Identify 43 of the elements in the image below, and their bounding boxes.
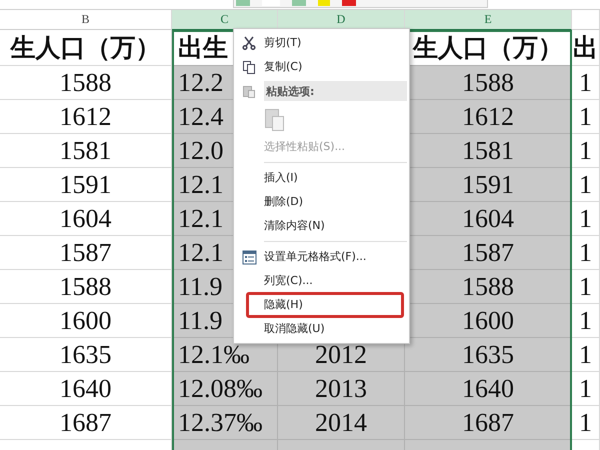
- table-cell: 1: [572, 372, 600, 406]
- table-cell: 1: [572, 134, 600, 168]
- table-cell: 1687: [405, 406, 572, 440]
- table-cell: 1: [572, 304, 600, 338]
- column-header[interactable]: C: [172, 10, 278, 30]
- header-cell: 出: [572, 30, 600, 66]
- scissors-icon: [242, 36, 256, 50]
- header-cell: 生人口（万）: [0, 30, 172, 66]
- table-cell: 1588: [0, 270, 172, 304]
- table-cell: 1587: [0, 236, 172, 270]
- format-cells-icon: [242, 250, 256, 264]
- paste-option-icon[interactable]: [264, 106, 286, 132]
- table-cell: 1600: [0, 304, 172, 338]
- column-header[interactable]: E: [405, 10, 572, 30]
- table-cell: 1635: [0, 338, 172, 372]
- clipboard-icon: [242, 84, 256, 98]
- table-cell: 1612: [0, 100, 172, 134]
- column-header[interactable]: D: [278, 10, 405, 30]
- copy-icon: [242, 60, 256, 74]
- table-cell: 1: [572, 202, 600, 236]
- table-cell: 12.08‰: [172, 372, 278, 406]
- table-cell: 1588: [0, 66, 172, 100]
- table-cell: 1: [572, 406, 600, 440]
- table-cell: 1: [572, 66, 600, 100]
- table-cell: 1: [572, 236, 600, 270]
- table-cell: 1: [572, 168, 600, 202]
- table-cell: 1: [572, 270, 600, 304]
- column-header[interactable]: B: [0, 10, 172, 30]
- menu-section-header: 粘贴选项:: [264, 81, 407, 101]
- table-cell: 1635: [405, 338, 572, 372]
- table-cell: 1687: [0, 406, 172, 440]
- table-cell: 2013: [278, 372, 405, 406]
- table-cell: 1: [572, 100, 600, 134]
- table-cell: 1: [572, 338, 600, 372]
- table-cell: 12.1‰: [172, 338, 278, 372]
- table-cell: 2014: [278, 406, 405, 440]
- table-cell: 1640: [405, 372, 572, 406]
- table-cell: 1591: [0, 168, 172, 202]
- table-cell: 1581: [0, 134, 172, 168]
- table-cell: 1640: [0, 372, 172, 406]
- table-cell: 12.37‰: [172, 406, 278, 440]
- table-cell: 1604: [0, 202, 172, 236]
- column-header[interactable]: [572, 10, 600, 30]
